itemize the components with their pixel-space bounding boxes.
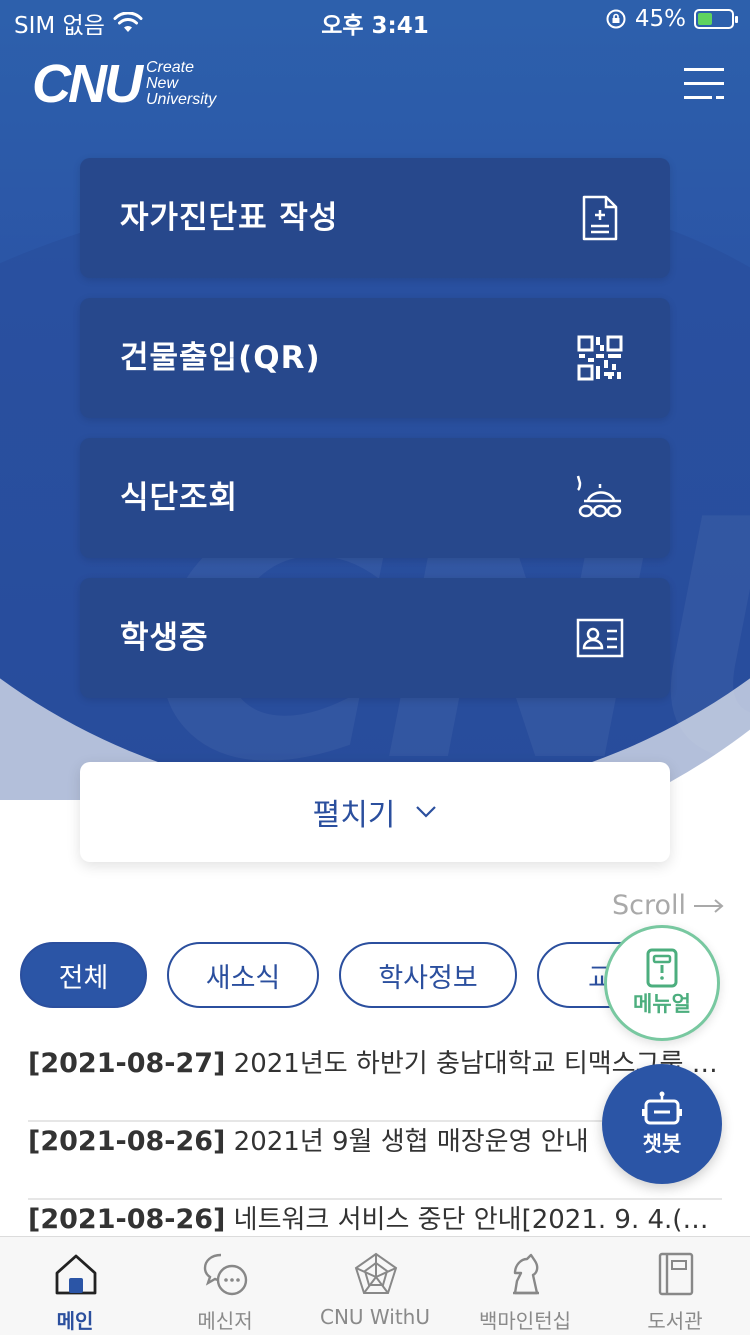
qr-code-icon <box>577 335 623 381</box>
home-icon <box>55 1254 97 1295</box>
scroll-hint: Scroll <box>612 890 724 921</box>
card-label: 자가진단표 작성 <box>120 200 339 236</box>
logo-main-text: CNU <box>32 54 143 114</box>
chip-news[interactable]: 새소식 <box>167 942 319 1008</box>
news-title: 2021년 9월 생협 매장운영 안내 <box>233 1127 589 1157</box>
building-entry-qr-card[interactable]: 건물출입(QR) <box>80 298 670 418</box>
battery-icon <box>694 9 738 29</box>
meal-menu-card[interactable]: 식단조회 <box>80 438 670 558</box>
cnu-logo[interactable]: CNU Create New University <box>32 54 217 114</box>
tab-label: CNU WithU <box>320 1305 430 1329</box>
tab-cnu-withu[interactable]: CNU WithU <box>300 1237 450 1335</box>
manual-book-icon <box>646 948 678 988</box>
tab-main[interactable]: 메인 <box>0 1237 150 1335</box>
radar-chart-icon <box>354 1252 398 1294</box>
document-plus-icon <box>582 195 618 241</box>
news-date: [2021-08-26] <box>28 1204 226 1235</box>
news-date: [2021-08-26] <box>28 1126 226 1157</box>
tab-library[interactable]: 도서관 <box>600 1237 750 1335</box>
chevron-down-icon <box>416 806 437 818</box>
manual-button[interactable]: 메뉴얼 <box>604 925 720 1041</box>
card-label: 건물출입(QR) <box>120 340 321 376</box>
card-label: 식단조회 <box>120 480 239 516</box>
id-card-icon <box>576 618 624 658</box>
expand-button[interactable]: 펼치기 <box>80 762 670 862</box>
chatbot-button[interactable]: 챗봇 <box>602 1064 722 1184</box>
chip-academic[interactable]: 학사정보 <box>339 942 517 1008</box>
status-bar: SIM 없음 오후 3:41 45% <box>0 0 750 40</box>
tab-label: 도서관 <box>647 1309 703 1333</box>
tab-label: 메신저 <box>197 1309 253 1333</box>
status-right: 45% <box>605 6 738 32</box>
logo-sub-text: Create New University <box>146 59 217 108</box>
scroll-hint-text: Scroll <box>612 890 687 921</box>
tab-label: 메인 <box>56 1309 94 1333</box>
card-label: 학생증 <box>120 620 209 656</box>
rotation-lock-icon <box>606 9 626 29</box>
expand-label: 펼치기 <box>312 798 396 833</box>
hamburger-menu-icon[interactable] <box>684 68 724 102</box>
student-id-card[interactable]: 학생증 <box>80 578 670 698</box>
battery-fill <box>698 13 712 25</box>
food-tray-icon <box>576 475 622 518</box>
tab-internship[interactable]: 백마인턴십 <box>450 1237 600 1335</box>
book-icon <box>658 1252 694 1296</box>
battery-percent: 45% <box>634 6 686 32</box>
self-diagnosis-card[interactable]: 자가진단표 작성 <box>80 158 670 278</box>
horse-icon <box>513 1253 539 1295</box>
news-date: [2021-08-27] <box>28 1048 226 1079</box>
chat-bubbles-icon <box>203 1253 248 1296</box>
manual-label: 메뉴얼 <box>633 992 691 1016</box>
chatbot-label: 챗봇 <box>642 1132 682 1156</box>
news-title: 네트워크 서비스 중단 안내[2021. 9. 4.(토), … <box>233 1205 722 1235</box>
bottom-tab-bar: 메인 메신저 CNU WithU 백마인턴십 도서관 <box>0 1236 750 1335</box>
robot-icon <box>642 1091 682 1125</box>
tab-messenger[interactable]: 메신저 <box>150 1237 300 1335</box>
tab-label: 백마인턴십 <box>479 1309 571 1333</box>
chip-all[interactable]: 전체 <box>20 942 147 1008</box>
arrow-right-icon <box>694 898 724 913</box>
